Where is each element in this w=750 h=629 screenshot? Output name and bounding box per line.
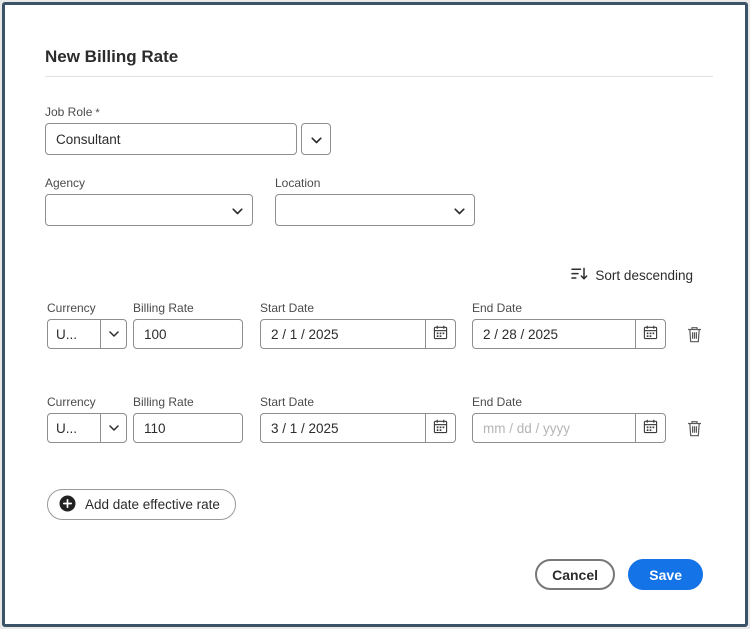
end-date-input[interactable] bbox=[473, 414, 635, 442]
agency-field[interactable] bbox=[45, 194, 253, 226]
new-billing-rate-dialog: New Billing Rate Job Role* Agency Locati… bbox=[2, 2, 748, 627]
currency-select[interactable]: U... bbox=[47, 413, 127, 443]
end-date-field[interactable] bbox=[472, 319, 666, 349]
start-date-label: Start Date bbox=[260, 301, 315, 315]
billing-rate-label: Billing Rate bbox=[133, 395, 194, 409]
end-date-label: End Date bbox=[472, 301, 523, 315]
job-role-input[interactable] bbox=[46, 124, 296, 154]
end-date-field[interactable] bbox=[472, 413, 666, 443]
sort-descending-button[interactable]: Sort descending bbox=[571, 267, 693, 284]
billing-rate-input[interactable] bbox=[134, 414, 242, 442]
end-date-calendar-button[interactable] bbox=[635, 414, 665, 442]
billing-rate-field[interactable] bbox=[133, 319, 243, 349]
end-date-label: End Date bbox=[472, 395, 523, 409]
currency-label: Currency bbox=[47, 301, 96, 315]
agency-dropdown-button[interactable] bbox=[222, 195, 252, 225]
start-date-field[interactable] bbox=[260, 319, 456, 349]
billing-rate-input[interactable] bbox=[134, 320, 242, 348]
cancel-button[interactable]: Cancel bbox=[535, 559, 615, 590]
dialog-title: New Billing Rate bbox=[45, 47, 179, 66]
start-date-calendar-button[interactable] bbox=[425, 320, 455, 348]
start-date-input[interactable] bbox=[261, 414, 425, 442]
calendar-icon bbox=[433, 325, 448, 343]
delete-rate-button[interactable] bbox=[685, 418, 704, 442]
add-circle-icon bbox=[59, 495, 76, 515]
divider bbox=[45, 76, 713, 77]
end-date-input[interactable] bbox=[473, 320, 635, 348]
trash-icon bbox=[687, 327, 702, 346]
currency-select[interactable]: U... bbox=[47, 319, 127, 349]
agency-input[interactable] bbox=[46, 195, 222, 225]
billing-rate-field[interactable] bbox=[133, 413, 243, 443]
chevron-down-icon bbox=[310, 132, 322, 147]
end-date-calendar-button[interactable] bbox=[635, 320, 665, 348]
add-date-effective-rate-label: Add date effective rate bbox=[85, 497, 220, 512]
delete-rate-button[interactable] bbox=[685, 324, 704, 348]
required-asterisk: * bbox=[95, 107, 100, 119]
location-field[interactable] bbox=[275, 194, 475, 226]
billing-rate-label: Billing Rate bbox=[133, 301, 194, 315]
sort-descending-icon bbox=[571, 267, 588, 284]
currency-label: Currency bbox=[47, 395, 96, 409]
rate-row: Currency Billing Rate Start Date End Dat… bbox=[5, 301, 745, 373]
calendar-icon bbox=[643, 325, 658, 343]
add-date-effective-rate-button[interactable]: Add date effective rate bbox=[47, 489, 236, 520]
job-role-label: Job Role * bbox=[45, 105, 100, 119]
currency-value: U... bbox=[56, 326, 78, 342]
chevron-down-icon bbox=[100, 414, 126, 442]
job-role-field[interactable] bbox=[45, 123, 297, 155]
sort-descending-label: Sort descending bbox=[595, 268, 693, 283]
chevron-down-icon bbox=[453, 203, 465, 218]
calendar-icon bbox=[643, 419, 658, 437]
start-date-field[interactable] bbox=[260, 413, 456, 443]
start-date-label: Start Date bbox=[260, 395, 315, 409]
calendar-icon bbox=[433, 419, 448, 437]
start-date-calendar-button[interactable] bbox=[425, 414, 455, 442]
currency-value: U... bbox=[56, 420, 78, 436]
save-button[interactable]: Save bbox=[628, 559, 703, 590]
location-label: Location bbox=[275, 176, 321, 190]
agency-label: Agency bbox=[45, 176, 86, 190]
chevron-down-icon bbox=[231, 203, 243, 218]
chevron-down-icon bbox=[100, 320, 126, 348]
location-input[interactable] bbox=[276, 195, 444, 225]
location-dropdown-button[interactable] bbox=[444, 195, 474, 225]
start-date-input[interactable] bbox=[261, 320, 425, 348]
rate-row: Currency Billing Rate Start Date End Dat… bbox=[5, 395, 745, 467]
job-role-dropdown-button[interactable] bbox=[301, 123, 331, 155]
trash-icon bbox=[687, 421, 702, 440]
